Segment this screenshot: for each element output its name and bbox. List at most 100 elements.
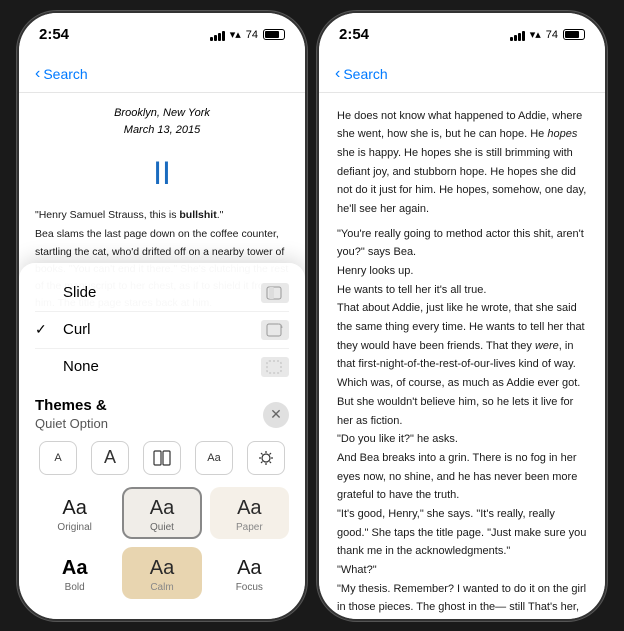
- book-content-right: He does not know what happened to Addie,…: [319, 93, 605, 621]
- font-small-label: A: [54, 452, 61, 464]
- battery-icon-left: [263, 29, 285, 40]
- themes-title: Themes &: [35, 397, 107, 414]
- theme-focus-inner: Aa Focus: [212, 549, 287, 597]
- wifi-icon-right: ▾▴: [530, 28, 541, 41]
- theme-original-inner: Aa Original: [37, 489, 112, 537]
- font-large-label: A: [104, 447, 116, 468]
- theme-calm-aa: Aa: [130, 557, 193, 580]
- chapter-number: II: [35, 148, 289, 199]
- book-location: Brooklyn, New YorkMarch 13, 2015: [35, 105, 289, 140]
- toolbar-row: A A Aa: [35, 441, 289, 475]
- signal-bars-left: [210, 29, 225, 41]
- slide-icon: [261, 283, 289, 303]
- theme-calm-name: Calm: [130, 582, 193, 593]
- back-button-right[interactable]: ‹ Search: [335, 65, 388, 83]
- none-label: None: [35, 358, 99, 375]
- none-text: None: [63, 358, 99, 375]
- battery-fill-left: [265, 31, 279, 38]
- status-bar-right: 2:54 ▾▴ 74: [319, 13, 605, 57]
- back-arrow-right: ‹: [335, 65, 340, 83]
- overlay-panel: Slide ✓ Curl: [19, 263, 305, 619]
- theme-paper-aa: Aa: [218, 497, 281, 520]
- bar2: [214, 35, 217, 41]
- theme-quiet-name: Quiet: [130, 522, 193, 533]
- left-phone: 2:54 ▾▴ 74 ‹ Search: [17, 11, 307, 621]
- battery-label-right: 74: [546, 29, 558, 41]
- bar1: [210, 37, 213, 41]
- curl-label: ✓ Curl: [35, 321, 91, 338]
- book-style-button[interactable]: [143, 441, 181, 475]
- curl-check: ✓: [35, 321, 55, 338]
- theme-bold-inner: Aa Bold: [37, 549, 112, 597]
- right-para5: That about Addie, just like he wrote, th…: [337, 299, 587, 392]
- transition-slide[interactable]: Slide: [35, 275, 289, 312]
- battery-icon-right: [563, 29, 585, 40]
- theme-paper-name: Paper: [218, 522, 281, 533]
- right-para10: "What?": [337, 561, 587, 580]
- right-para9: "It's good, Henry," she says. "It's real…: [337, 505, 587, 561]
- book-icon: [153, 450, 171, 466]
- signal-bars-right: [510, 29, 525, 41]
- font-settings-label: Aa: [207, 452, 220, 464]
- slide-text: Slide: [63, 284, 96, 301]
- wifi-icon-left: ▾▴: [230, 28, 241, 41]
- curl-svg: [266, 323, 284, 337]
- nav-bar-left: ‹ Search: [19, 57, 305, 93]
- theme-bold-aa: Aa: [43, 557, 106, 580]
- status-icons-right: ▾▴ 74: [510, 28, 585, 41]
- theme-original[interactable]: Aa Original: [35, 487, 114, 539]
- right-para11: "My thesis. Remember? I wanted to do it …: [337, 580, 587, 621]
- theme-focus[interactable]: Aa Focus: [210, 547, 289, 599]
- theme-grid: Aa Original Aa Quiet Aa Paper: [35, 487, 289, 599]
- theme-quiet-inner: Aa Quiet: [124, 489, 199, 537]
- theme-calm-inner: Aa Calm: [124, 549, 199, 597]
- themes-section-label: Themes & Quiet Option: [35, 397, 108, 433]
- theme-bold-name: Bold: [43, 582, 106, 593]
- status-time-left: 2:54: [39, 26, 69, 43]
- bar3: [218, 33, 221, 41]
- curl-icon: [261, 320, 289, 340]
- transition-none[interactable]: None: [35, 349, 289, 385]
- transition-options: Slide ✓ Curl: [35, 275, 289, 385]
- right-para1: He does not know what happened to Addie,…: [337, 107, 587, 219]
- theme-paper-inner: Aa Paper: [212, 489, 287, 537]
- theme-original-name: Original: [43, 522, 106, 533]
- quiet-option-text: Quiet Option: [35, 416, 108, 431]
- rbar4: [522, 31, 525, 41]
- themes-header: Themes & Quiet Option ✕: [35, 397, 289, 433]
- theme-quiet[interactable]: Aa Quiet: [122, 487, 201, 539]
- back-label-right: Search: [343, 66, 387, 82]
- status-time-right: 2:54: [339, 26, 369, 43]
- phones-container: 2:54 ▾▴ 74 ‹ Search: [7, 1, 617, 631]
- theme-paper[interactable]: Aa Paper: [210, 487, 289, 539]
- rbar3: [518, 33, 521, 41]
- theme-calm[interactable]: Aa Calm: [122, 547, 201, 599]
- right-para3: Henry looks up.: [337, 262, 587, 281]
- bar4: [222, 31, 225, 41]
- transition-curl[interactable]: ✓ Curl: [35, 312, 289, 349]
- rbar1: [510, 37, 513, 41]
- brightness-button[interactable]: [247, 441, 285, 475]
- none-svg: [266, 360, 284, 374]
- close-button[interactable]: ✕: [263, 402, 289, 428]
- theme-bold[interactable]: Aa Bold: [35, 547, 114, 599]
- right-phone: 2:54 ▾▴ 74 ‹ Search: [317, 11, 607, 621]
- back-button-left[interactable]: ‹ Search: [35, 65, 88, 83]
- theme-focus-aa: Aa: [218, 557, 281, 580]
- rbar2: [514, 35, 517, 41]
- status-bar-left: 2:54 ▾▴ 74: [19, 13, 305, 57]
- theme-original-aa: Aa: [43, 497, 106, 520]
- status-icons-left: ▾▴ 74: [210, 28, 285, 41]
- nav-bar-right: ‹ Search: [319, 57, 605, 93]
- slide-svg: [266, 286, 284, 300]
- font-settings-button[interactable]: Aa: [195, 441, 233, 475]
- none-icon: [261, 357, 289, 377]
- right-para4: He wants to tell her it's all true.: [337, 281, 587, 300]
- right-para6: But she wouldn't believe him, so he lets…: [337, 393, 587, 430]
- font-large-button[interactable]: A: [91, 441, 129, 475]
- font-small-button[interactable]: A: [39, 441, 77, 475]
- brightness-icon: [258, 450, 274, 466]
- battery-label-left: 74: [246, 29, 258, 41]
- curl-text: Curl: [63, 321, 91, 338]
- right-para2: "You're really going to method actor thi…: [337, 225, 587, 262]
